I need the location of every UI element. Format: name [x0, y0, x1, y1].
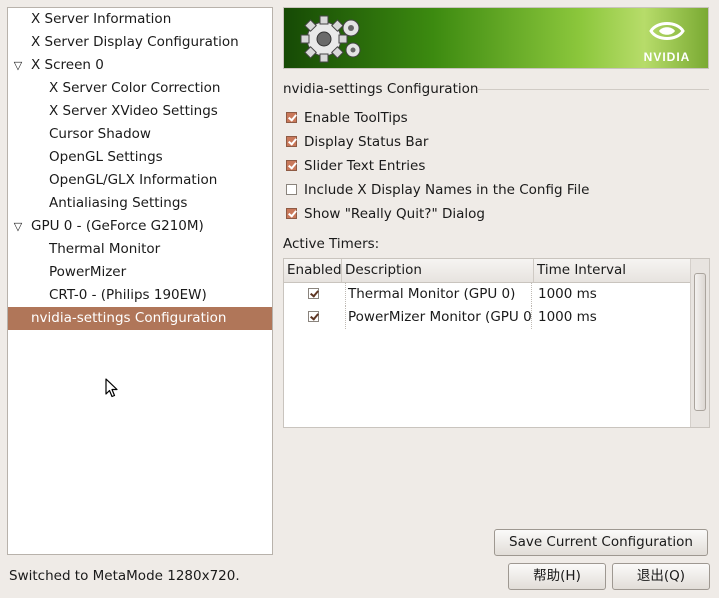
table-row[interactable]: Thermal Monitor (GPU 0) 1000 ms: [284, 283, 691, 306]
tree-item-label: Cursor Shadow: [49, 126, 151, 142]
option-checkbox-row[interactable]: Show "Really Quit?" Dialog: [286, 203, 485, 225]
help-button[interactable]: 帮助(H): [508, 563, 606, 590]
section-divider: [477, 89, 709, 90]
column-header-description[interactable]: Description: [342, 259, 534, 282]
column-header-enabled[interactable]: Enabled: [284, 259, 342, 282]
column-header-time-interval[interactable]: Time Interval: [534, 259, 691, 282]
timer-enabled-checkbox[interactable]: [308, 310, 319, 322]
tree-item-label: nvidia-settings Configuration: [31, 310, 227, 326]
tree-item-label: X Server XVideo Settings: [49, 103, 218, 119]
tree-item-label: GPU 0 - (GeForce G210M): [31, 218, 204, 234]
tree-item-label: OpenGL/GLX Information: [49, 172, 218, 188]
tree-item-label: X Screen 0: [31, 57, 104, 73]
tree-item[interactable]: Cursor Shadow: [8, 123, 272, 146]
nvidia-banner: NVIDIA: [283, 7, 709, 69]
option-label: Include X Display Names in the Config Fi…: [304, 182, 590, 198]
timer-description: PowerMizer Monitor (GPU 0): [345, 306, 532, 329]
checkbox[interactable]: [286, 159, 297, 171]
option-label: Enable ToolTips: [304, 110, 408, 126]
tree-item-label: Thermal Monitor: [49, 241, 161, 257]
active-timers-table[interactable]: Enabled Description Time Interval Therma…: [283, 258, 710, 428]
tree-item-label: X Server Information: [31, 11, 172, 27]
quit-button[interactable]: 退出(Q): [612, 563, 710, 590]
tree-item[interactable]: ▽ X Screen 0: [8, 54, 272, 77]
tree-item-label: PowerMizer: [49, 264, 127, 280]
timer-enabled-checkbox[interactable]: [308, 287, 319, 299]
tree-item[interactable]: X Server Color Correction: [8, 77, 272, 100]
timer-description: Thermal Monitor (GPU 0): [345, 283, 532, 306]
nvidia-logo: NVIDIA: [638, 18, 696, 64]
tree-item[interactable]: CRT-0 - (Philips 190EW): [8, 284, 272, 307]
timer-interval: 1000 ms: [538, 286, 597, 302]
navigation-tree[interactable]: X Server Information X Server Display Con…: [7, 7, 273, 555]
tree-item[interactable]: Thermal Monitor: [8, 238, 272, 261]
active-timers-label: Active Timers:: [283, 236, 380, 252]
scrollbar-thumb[interactable]: [694, 273, 706, 411]
mouse-cursor-icon: [105, 378, 118, 398]
table-row[interactable]: PowerMizer Monitor (GPU 0) 1000 ms: [284, 306, 691, 329]
option-label: Show "Really Quit?" Dialog: [304, 206, 485, 222]
option-checkbox-row[interactable]: Enable ToolTips: [286, 107, 408, 129]
expander-triangle-icon[interactable]: ▽: [11, 215, 25, 238]
tree-item[interactable]: OpenGL Settings: [8, 146, 272, 169]
timer-interval: 1000 ms: [538, 309, 597, 325]
option-label: Slider Text Entries: [304, 158, 426, 174]
checkbox[interactable]: [286, 111, 297, 123]
config-section-title: nvidia-settings Configuration: [283, 81, 479, 97]
timer-enabled-cell: [284, 283, 343, 306]
option-checkbox-row[interactable]: Include X Display Names in the Config Fi…: [286, 179, 589, 201]
checkbox[interactable]: [286, 207, 297, 219]
option-checkbox-row[interactable]: Display Status Bar: [286, 131, 428, 153]
checkbox[interactable]: [286, 183, 297, 195]
gears-icon: [300, 15, 361, 63]
tree-item[interactable]: X Server XVideo Settings: [8, 100, 272, 123]
tree-item[interactable]: Antialiasing Settings: [8, 192, 272, 215]
save-configuration-button[interactable]: Save Current Configuration: [494, 529, 708, 556]
nvidia-eye-icon: [649, 22, 685, 40]
tree-item[interactable]: PowerMizer: [8, 261, 272, 284]
option-label: Display Status Bar: [304, 134, 429, 150]
timer-enabled-cell: [284, 306, 343, 329]
tree-item[interactable]: X Server Display Configuration: [8, 31, 272, 54]
option-checkbox-row[interactable]: Slider Text Entries: [286, 155, 425, 177]
tree-item-label: X Server Color Correction: [49, 80, 221, 96]
tree-item-label: Antialiasing Settings: [49, 195, 188, 211]
tree-item[interactable]: ▽ GPU 0 - (GeForce G210M): [8, 215, 272, 238]
tree-item[interactable]: OpenGL/GLX Information: [8, 169, 272, 192]
table-header: Enabled Description Time Interval: [284, 259, 709, 283]
tree-item[interactable]: X Server Information: [8, 8, 272, 31]
tree-item[interactable]: nvidia-settings Configuration: [8, 307, 272, 330]
checkbox[interactable]: [286, 135, 297, 147]
nvidia-logo-text: NVIDIA: [643, 50, 691, 64]
table-vertical-scrollbar[interactable]: [690, 259, 709, 427]
tree-item-label: X Server Display Configuration: [31, 34, 239, 50]
expander-triangle-icon[interactable]: ▽: [11, 54, 25, 77]
tree-item-label: OpenGL Settings: [49, 149, 163, 165]
status-bar-text: Switched to MetaMode 1280x720.: [9, 568, 240, 584]
tree-item-label: CRT-0 - (Philips 190EW): [49, 287, 207, 303]
